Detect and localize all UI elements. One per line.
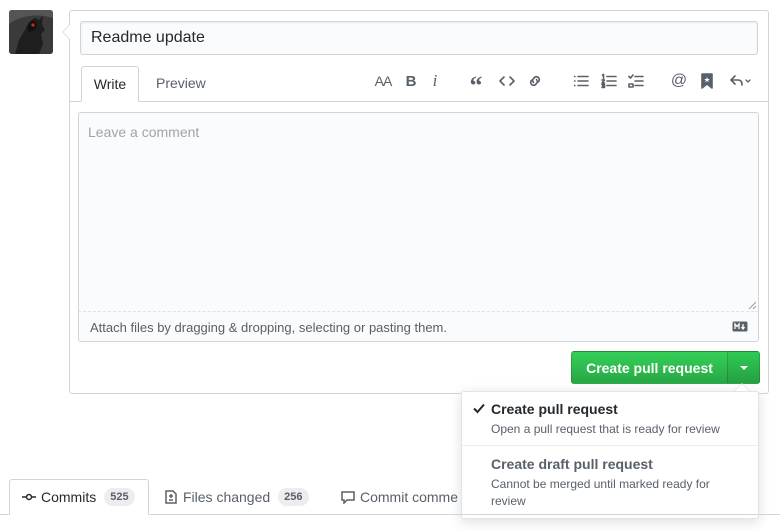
menu-item-description: Cannot be merged until marked ready for … (491, 477, 710, 508)
code-icon[interactable] (497, 70, 517, 92)
unordered-list-icon[interactable] (571, 70, 591, 92)
check-icon (473, 403, 485, 414)
tab-commit-comments[interactable]: Commit comme (341, 479, 458, 515)
create-pull-request-button[interactable]: Create pull request (571, 351, 728, 384)
user-avatar (9, 10, 53, 54)
menu-item-create-draft-pull-request[interactable]: Create draft pull request Cannot be merg… (462, 447, 758, 519)
attach-files-bar[interactable]: Attach files by dragging & dropping, sel… (78, 312, 759, 342)
attach-files-text: Attach files by dragging & dropping, sel… (90, 320, 447, 335)
reply-dropdown-icon[interactable] (727, 70, 755, 92)
comment-textarea[interactable]: Leave a comment (78, 112, 759, 312)
menu-item-title: Create draft pull request (491, 456, 653, 472)
task-list-icon[interactable] (626, 70, 646, 92)
tab-write[interactable]: Write (81, 66, 139, 102)
commit-icon (22, 493, 36, 501)
tab-label: Commits (41, 489, 97, 505)
file-diff-icon (165, 490, 177, 504)
saved-replies-icon[interactable] (697, 70, 717, 92)
mention-icon[interactable]: @ (669, 70, 689, 92)
create-options-dropdown-button[interactable] (727, 351, 760, 384)
menu-item-create-pull-request[interactable]: Create pull request Open a pull request … (462, 392, 758, 446)
comment-placeholder: Leave a comment (88, 124, 200, 140)
caret-down-icon (739, 365, 748, 370)
files-changed-count: 256 (278, 488, 309, 506)
tab-commits[interactable]: Commits 525 (9, 479, 149, 515)
italic-icon[interactable]: i (425, 70, 445, 92)
quote-icon[interactable]: “ (466, 70, 486, 99)
tab-preview[interactable]: Preview (144, 66, 218, 102)
resize-handle[interactable] (748, 301, 756, 309)
menu-item-title: Create pull request (491, 401, 618, 417)
markdown-icon[interactable] (732, 321, 748, 332)
ordered-list-icon[interactable] (599, 70, 619, 92)
comment-icon (341, 491, 355, 504)
bold-icon[interactable]: B (401, 70, 421, 92)
menu-item-description: Open a pull request that is ready for re… (491, 422, 720, 436)
tab-label: Commit comme (360, 489, 459, 505)
pr-title-input[interactable] (80, 21, 758, 55)
tab-label: Files changed (183, 489, 271, 505)
create-options-menu: Create pull request Open a pull request … (461, 391, 759, 519)
tab-files-changed[interactable]: Files changed 256 (164, 479, 309, 515)
commits-count: 525 (104, 488, 135, 506)
heading-icon[interactable]: AA (372, 70, 394, 92)
link-icon[interactable] (525, 70, 545, 92)
